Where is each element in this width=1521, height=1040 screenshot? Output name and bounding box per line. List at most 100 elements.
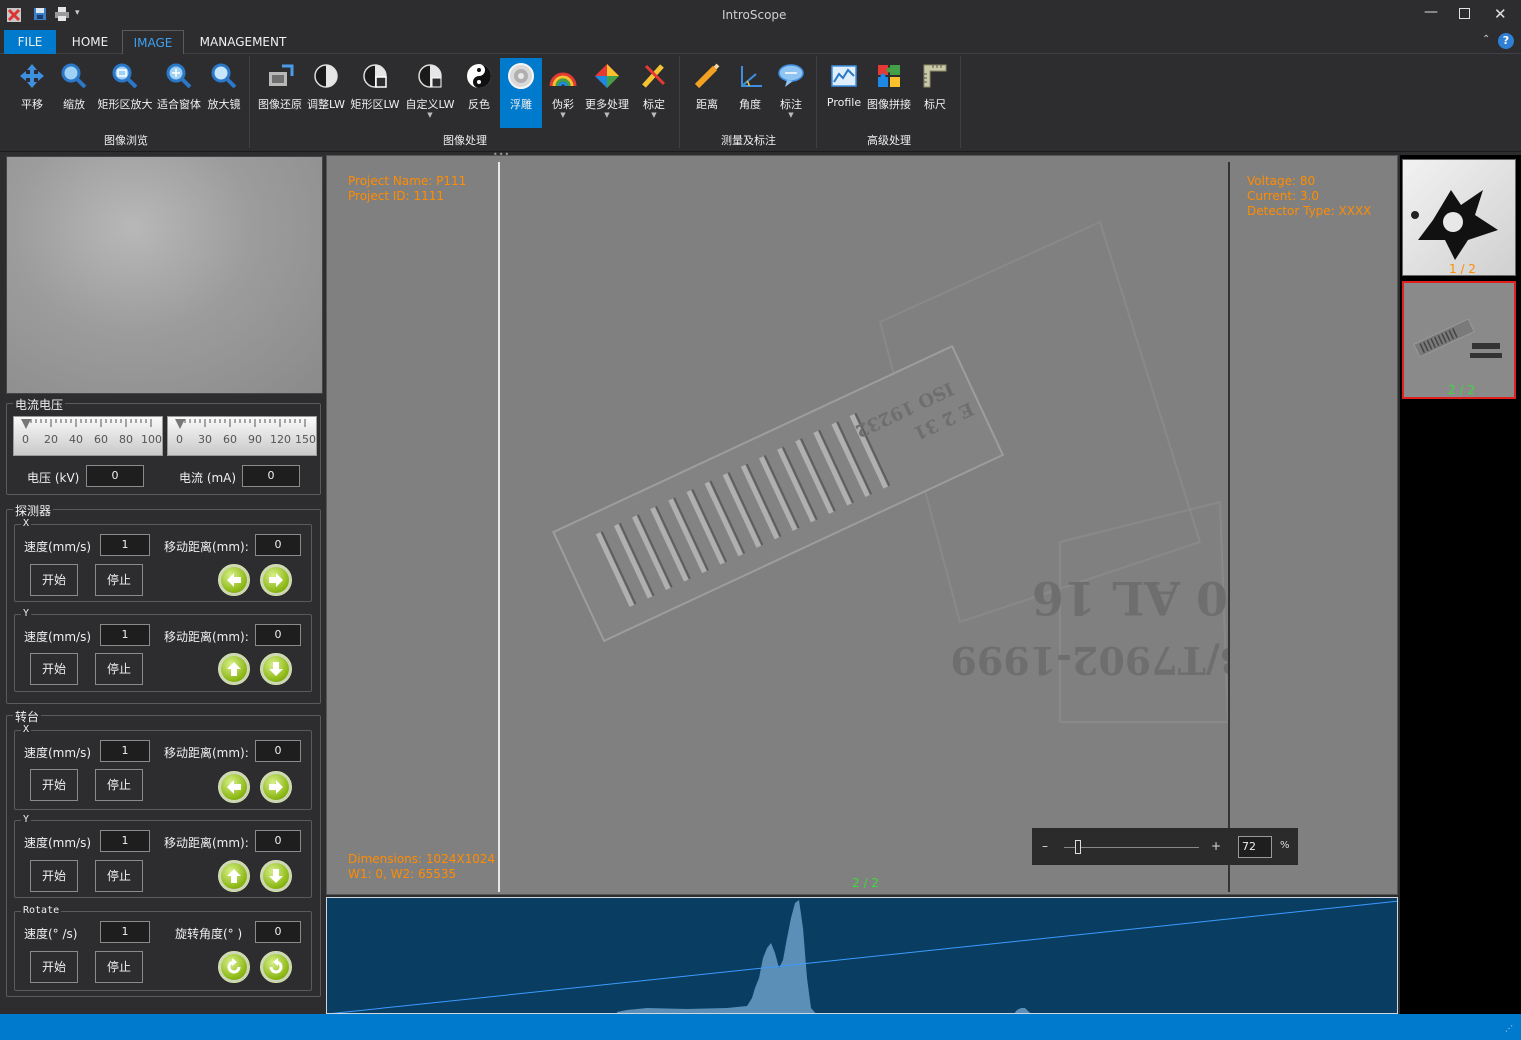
- thumbnail-2[interactable]: 2 / 2: [1402, 281, 1516, 399]
- current-slider[interactable]: 0 30 60 90 120 150: [167, 416, 317, 456]
- resize-grip-icon[interactable]: ⋰: [1505, 1024, 1513, 1033]
- minimize-icon[interactable]: —: [1424, 4, 1438, 20]
- pan-button[interactable]: 平移: [12, 58, 52, 128]
- custom-lw-dropdown-icon[interactable]: ▼: [404, 112, 456, 119]
- detector-x-right-arrow-button[interactable]: [260, 564, 292, 596]
- adjust-lw-button[interactable]: 调整LW: [305, 58, 347, 128]
- ribbon-panel: 平移 缩放 矩形区放大 适合窗体 放大镜 图像浏览 图像还原 调整LW 矩形区L…: [0, 54, 1521, 152]
- detector-y-speed-input[interactable]: 1: [100, 624, 150, 646]
- turntable-y-stop-button[interactable]: 停止: [95, 860, 143, 892]
- magnifier-button[interactable]: 放大镜: [204, 58, 244, 128]
- rotate-ccw-button[interactable]: [218, 951, 250, 983]
- stitch-button[interactable]: 图像拼接: [866, 58, 912, 128]
- detector-x-speed-input[interactable]: 1: [100, 534, 150, 556]
- detector-x-left-arrow-button[interactable]: [218, 564, 250, 596]
- ruler-pencil-icon: [693, 62, 721, 90]
- more-process-button[interactable]: 更多处理 ▼: [584, 58, 630, 128]
- detector-y-stop-button[interactable]: 停止: [95, 653, 143, 685]
- close-icon[interactable]: ✕: [1494, 5, 1507, 23]
- detector-x-stop-button[interactable]: 停止: [95, 564, 143, 596]
- pseudo-color-button[interactable]: 伪彩 ▼: [545, 58, 581, 128]
- collapse-ribbon-icon[interactable]: ⌃: [1482, 34, 1490, 45]
- profile-button[interactable]: Profile: [824, 58, 864, 128]
- turntable-rotate-start-button[interactable]: 开始: [30, 951, 78, 983]
- zoom-slider-thumb[interactable]: [1074, 840, 1081, 854]
- detector-x-start-button[interactable]: 开始: [30, 564, 78, 596]
- invert-yinyang-icon: [465, 62, 493, 90]
- voltage-input[interactable]: 0: [86, 465, 144, 487]
- turntable-rotate-angle-input[interactable]: 0: [255, 921, 301, 943]
- turntable-y-speed-input[interactable]: 1: [100, 830, 150, 852]
- turntable-y-start-button[interactable]: 开始: [30, 860, 78, 892]
- calibrate-dropdown-icon[interactable]: ▼: [634, 112, 674, 119]
- more-process-dropdown-icon[interactable]: ▼: [584, 112, 630, 119]
- viewer-splitter-grip[interactable]: •••: [493, 150, 510, 159]
- current-input[interactable]: 0: [242, 465, 300, 487]
- voltage-tick: 100: [141, 433, 162, 446]
- pseudo-color-dropdown-icon[interactable]: ▼: [545, 112, 581, 119]
- turntable-x-left-arrow-button[interactable]: [218, 771, 250, 803]
- turntable-y-distance-input[interactable]: 0: [255, 830, 301, 852]
- detector-x-distance-input[interactable]: 0: [255, 534, 301, 556]
- detector-y-down-arrow-button[interactable]: [260, 653, 292, 685]
- voltage-tick: 60: [94, 433, 108, 446]
- turntable-x-distance-input[interactable]: 0: [255, 740, 301, 762]
- turntable-x-stop-button[interactable]: 停止: [95, 769, 143, 801]
- custom-lw-button[interactable]: 自定义LW ▼: [404, 58, 456, 128]
- histogram-panel[interactable]: [326, 897, 1398, 1014]
- turntable-y-down-arrow-button[interactable]: [260, 860, 292, 892]
- zoom-value-input[interactable]: 72: [1238, 836, 1272, 858]
- restore-image-button[interactable]: 图像还原: [257, 58, 303, 128]
- tab-file[interactable]: FILE: [4, 30, 56, 54]
- tab-management[interactable]: MANAGEMENT: [188, 30, 298, 54]
- distance-button[interactable]: 距离: [688, 58, 726, 128]
- calibrate-icon: [640, 62, 668, 90]
- save-icon[interactable]: [33, 7, 47, 21]
- emboss-button[interactable]: 浮雕: [500, 58, 542, 128]
- turntable-y-up-arrow-button[interactable]: [218, 860, 250, 892]
- detector-y-up-arrow-button[interactable]: [218, 653, 250, 685]
- detector-y-start-button[interactable]: 开始: [30, 653, 78, 685]
- image-text-code2: JB/T7902-1999: [950, 638, 1228, 683]
- thumbnail-2-page: 2 / 2: [1448, 383, 1475, 397]
- voltage-slider[interactable]: 0 20 40 60 80 100: [13, 416, 163, 456]
- rect-zoom-button[interactable]: 矩形区放大: [96, 58, 154, 128]
- voltage-tick: 20: [44, 433, 58, 446]
- rotate-cw-icon: [269, 958, 283, 974]
- zoom-button[interactable]: 缩放: [56, 58, 92, 128]
- current-tick: 150: [295, 433, 316, 446]
- rect-lw-button[interactable]: 矩形区LW: [349, 58, 401, 128]
- dimensions-text: Dimensions: 1024X1024: [348, 852, 496, 866]
- turntable-x-right-arrow-button[interactable]: [260, 771, 292, 803]
- turntable-rotate-speed-input[interactable]: 1: [100, 921, 150, 943]
- maximize-icon[interactable]: [1459, 8, 1470, 19]
- turntable-rotate-stop-button[interactable]: 停止: [95, 951, 143, 983]
- angle-button[interactable]: 角度: [731, 58, 769, 128]
- zoom-in-button[interactable]: +: [1211, 839, 1221, 853]
- group-label-advanced: 高级处理: [867, 134, 911, 147]
- detector-x-group: X 速度(mm/s) 1 移动距离(mm): 0 开始 停止: [14, 518, 312, 602]
- invert-button[interactable]: 反色: [460, 58, 498, 128]
- thumbnail-1[interactable]: 1 / 2: [1402, 159, 1516, 276]
- calibrate-button[interactable]: 标定 ▼: [634, 58, 674, 128]
- turntable-x-speed-label: 速度(mm/s): [24, 746, 92, 760]
- zoom-slider-track[interactable]: [1064, 847, 1199, 848]
- turntable-rotate-speed-label: 速度(° /s): [24, 927, 78, 941]
- turntable-x-axis-label: X: [21, 724, 32, 735]
- image-viewer[interactable]: ••• ISO 19232 E 2 31 0 AL 16 /T7902-1999…: [326, 150, 1398, 895]
- turntable-x-start-button[interactable]: 开始: [30, 769, 78, 801]
- rotate-cw-button[interactable]: [260, 951, 292, 983]
- annotate-button[interactable]: 标注 ▼: [772, 58, 810, 128]
- scale-ruler-button[interactable]: 标尺: [916, 58, 954, 128]
- help-icon[interactable]: ?: [1498, 33, 1514, 49]
- fit-window-button[interactable]: 适合窗体: [156, 58, 202, 128]
- tab-image[interactable]: IMAGE: [122, 30, 184, 55]
- detector-y-distance-input[interactable]: 0: [255, 624, 301, 646]
- turntable-x-speed-input[interactable]: 1: [100, 740, 150, 762]
- zoom-out-button[interactable]: –: [1042, 839, 1048, 853]
- ribbon-separator: [816, 56, 817, 148]
- quick-access-dropdown-icon[interactable]: ▾: [75, 8, 80, 18]
- annotate-dropdown-icon[interactable]: ▼: [772, 112, 810, 119]
- tab-home[interactable]: HOME: [60, 30, 120, 54]
- print-icon[interactable]: [54, 7, 70, 21]
